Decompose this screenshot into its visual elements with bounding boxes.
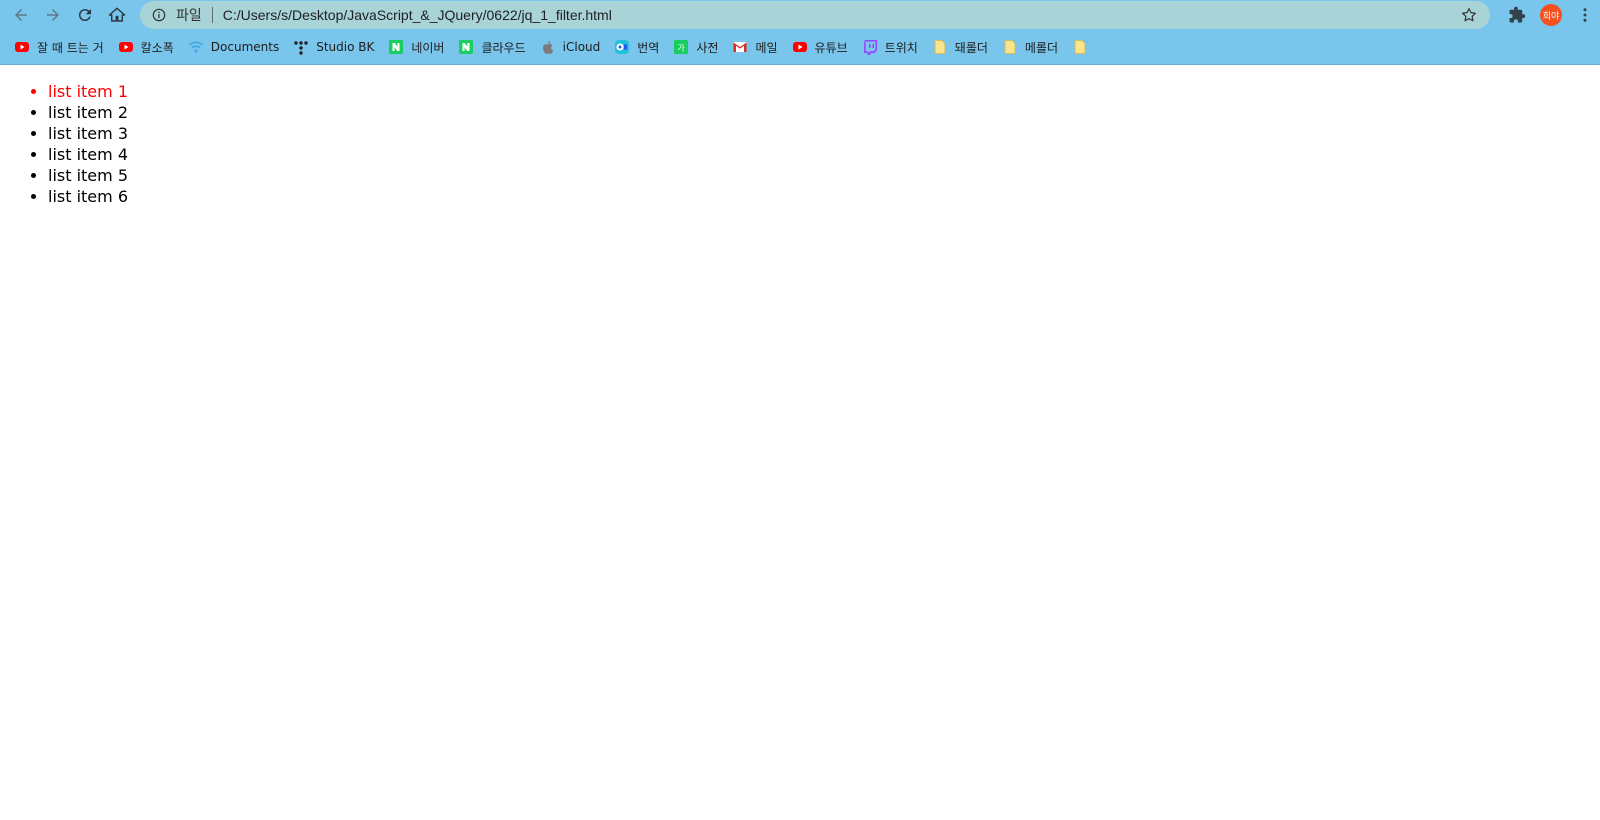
forward-button[interactable]	[40, 2, 66, 28]
bookmark-label: 칼소폭	[140, 40, 174, 55]
dots-icon	[293, 39, 309, 55]
wifi-icon	[188, 39, 204, 55]
bookmark-label: Studio BK	[316, 40, 375, 54]
youtube-icon	[792, 39, 808, 55]
bookmark-label: 돼롤더	[954, 40, 988, 55]
item-list: list item 1 list item 2 list item 3 list…	[0, 81, 1600, 207]
bookmark-item[interactable]: 네이버	[388, 39, 444, 56]
browser-toolbar: 파일 C:/Users/s/Desktop/JavaScript_&_JQuer…	[0, 0, 1600, 30]
bookmark-label: 메롤더	[1024, 40, 1059, 55]
bookmark-label: 잘 때 트는 거	[37, 40, 104, 55]
list-item: list item 1	[48, 81, 1600, 102]
youtube-icon	[14, 39, 30, 55]
naver-icon	[458, 39, 474, 55]
page-content: list item 1 list item 2 list item 3 list…	[0, 65, 1600, 820]
apple-icon	[540, 39, 556, 55]
bookmark-item[interactable]: 클라우드	[458, 39, 526, 56]
dictionary-icon: 가	[673, 39, 689, 55]
bookmark-item[interactable]: Studio BK	[293, 39, 374, 55]
back-button[interactable]	[8, 2, 34, 28]
list-item: list item 6	[48, 186, 1600, 207]
url-scheme-label: 파일	[176, 8, 202, 24]
bookmark-item[interactable]: 돼롤더	[932, 39, 988, 56]
bookmark-item[interactable]: 가 사전	[673, 39, 718, 56]
svg-text:가: 가	[678, 44, 686, 53]
bookmark-item[interactable]: iCloud	[540, 39, 601, 55]
url-text[interactable]: C:/Users/s/Desktop/JavaScript_&_JQuery/0…	[223, 7, 612, 23]
bookmark-label: 클라우드	[481, 40, 526, 55]
browser-chrome: 파일 C:/Users/s/Desktop/JavaScript_&_JQuer…	[0, 0, 1600, 65]
gmail-icon	[732, 39, 748, 55]
naver-icon	[388, 39, 404, 55]
bookmark-item[interactable]: 잘 때 트는 거	[14, 39, 104, 56]
info-icon[interactable]	[152, 8, 166, 22]
bookmark-item[interactable]	[1072, 39, 1095, 55]
browser-right-tools: 희야	[1500, 0, 1600, 30]
twitch-icon	[862, 39, 878, 55]
folder-icon	[1002, 39, 1018, 55]
youtube-icon	[118, 39, 134, 55]
list-item: list item 2	[48, 102, 1600, 123]
home-icon	[108, 7, 126, 22]
reload-icon	[78, 9, 91, 22]
reload-button[interactable]	[72, 2, 98, 28]
bookmark-item[interactable]: Documents	[188, 39, 279, 55]
arrow-left-icon	[15, 9, 27, 21]
bookmark-item[interactable]: 칼소폭	[118, 39, 174, 56]
address-bar[interactable]: 파일 C:/Users/s/Desktop/JavaScript_&_JQuer…	[140, 1, 1490, 29]
bookmark-item[interactable]: 트위치	[862, 39, 918, 56]
avatar[interactable]: 희야	[1540, 4, 1562, 26]
star-icon[interactable]	[1460, 6, 1478, 24]
bookmarks-bar: 잘 때 트는 거 칼소폭 Documents Studio BK 네이버 클라우…	[0, 34, 1109, 60]
folder-icon	[932, 39, 948, 55]
bookmark-item[interactable]: 유튜브	[792, 39, 848, 56]
bookmark-item[interactable]: 메일	[732, 39, 778, 56]
list-item: list item 3	[48, 123, 1600, 144]
list-item: list item 4	[48, 144, 1600, 165]
kebab-menu-icon[interactable]	[1576, 6, 1594, 24]
address-separator	[211, 7, 213, 23]
bookmark-item[interactable]: 번역	[614, 39, 659, 56]
bookmark-label: 사전	[696, 40, 719, 55]
bookmark-label: 네이버	[411, 40, 445, 55]
papago-icon	[614, 39, 630, 55]
bookmark-label: 유튜브	[814, 40, 848, 55]
bookmark-label: iCloud	[562, 40, 601, 54]
folder-icon	[1072, 39, 1088, 55]
bookmark-label: Documents	[210, 40, 280, 54]
arrow-right-icon	[47, 9, 59, 21]
home-button[interactable]	[104, 2, 130, 28]
bookmark-label: 트위치	[884, 40, 918, 55]
bookmark-label: 번역	[637, 40, 660, 55]
puzzle-icon[interactable]	[1508, 6, 1526, 24]
list-item: list item 5	[48, 165, 1600, 186]
bookmark-label: 메일	[755, 40, 778, 55]
bookmark-item[interactable]: 메롤더	[1002, 39, 1058, 56]
